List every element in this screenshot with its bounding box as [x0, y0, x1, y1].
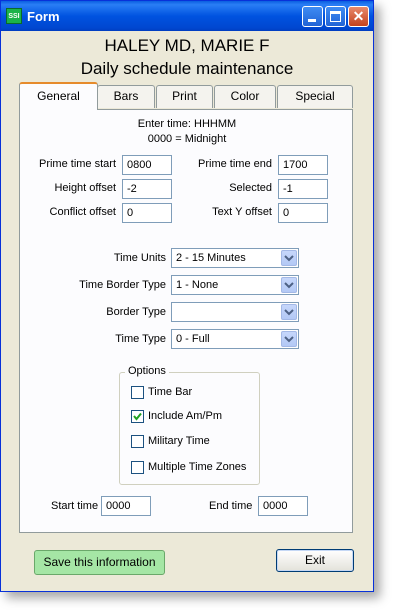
start-time-input[interactable]: 0000 — [101, 496, 151, 516]
text-y-offset-label: Text Y offset — [212, 206, 272, 218]
exit-button-label: Exit — [304, 553, 325, 567]
border-type-select[interactable] — [171, 302, 299, 322]
prime-time-start-input[interactable]: 0800 — [122, 155, 172, 175]
maximize-icon — [330, 11, 341, 22]
include-ampm-checkbox[interactable] — [131, 410, 144, 423]
time-type-select[interactable]: 0 - Full — [171, 329, 299, 349]
prime-time-end-input[interactable]: 1700 — [278, 155, 328, 175]
chevron-down-icon[interactable] — [281, 250, 297, 266]
multiple-time-zones-label[interactable]: Multiple Time Zones — [148, 461, 246, 473]
prime-time-end-label: Prime time end — [198, 158, 272, 170]
tab-print[interactable]: Print — [156, 85, 213, 108]
time-type-value: 0 - Full — [176, 333, 210, 345]
options-legend: Options — [125, 365, 169, 377]
military-time-checkbox[interactable] — [131, 435, 144, 448]
tab-special[interactable]: Special — [277, 85, 353, 108]
minimize-icon — [308, 19, 316, 22]
app-icon: SSI — [6, 8, 22, 24]
tab-bars[interactable]: Bars — [97, 85, 155, 108]
selected-label: Selected — [229, 182, 272, 194]
time-units-value: 2 - 15 Minutes — [176, 252, 246, 264]
text-y-offset-input[interactable]: 0 — [278, 203, 328, 223]
prime-time-start-label: Prime time start — [38, 158, 116, 170]
save-button-label: Save this information — [43, 555, 156, 569]
chevron-down-icon[interactable] — [281, 277, 297, 293]
include-ampm-label[interactable]: Include Am/Pm — [148, 410, 222, 422]
time-border-type-select[interactable]: 1 - None — [171, 275, 299, 295]
time-border-type-label: Time Border Type — [79, 279, 166, 291]
military-time-label[interactable]: Military Time — [148, 435, 210, 447]
end-time-input[interactable]: 0000 — [258, 496, 308, 516]
close-icon: ✕ — [352, 8, 365, 24]
tab-color[interactable]: Color — [214, 85, 276, 108]
minimize-button[interactable] — [302, 6, 323, 27]
time-units-select[interactable]: 2 - 15 Minutes — [171, 248, 299, 268]
height-offset-label: Height offset — [54, 182, 116, 194]
tab-general[interactable]: General — [19, 82, 98, 110]
form-window: SSI Form ✕ HALEY MD, MARIE F Daily sched… — [0, 0, 374, 592]
time-type-label: Time Type — [115, 333, 166, 345]
window-title: Form — [27, 9, 60, 24]
save-button[interactable]: Save this information — [34, 550, 165, 575]
time-bar-label[interactable]: Time Bar — [148, 386, 192, 398]
conflict-offset-label: Conflict offset — [49, 206, 116, 218]
time-bar-checkbox[interactable] — [131, 386, 144, 399]
maximize-button[interactable] — [325, 6, 346, 27]
checkmark-icon — [133, 412, 142, 421]
border-type-label: Border Type — [106, 306, 166, 318]
conflict-offset-input[interactable]: 0 — [122, 203, 172, 223]
chevron-down-icon[interactable] — [281, 331, 297, 347]
chevron-down-icon[interactable] — [281, 304, 297, 320]
title-bar[interactable]: SSI Form ✕ — [1, 1, 373, 31]
time-format-hint: Enter time: HHHMM — [137, 118, 237, 130]
multiple-time-zones-checkbox[interactable] — [131, 461, 144, 474]
time-border-type-value: 1 - None — [176, 279, 219, 291]
patient-name: HALEY MD, MARIE F — [104, 36, 270, 55]
selected-input[interactable]: -1 — [278, 179, 328, 199]
close-button[interactable]: ✕ — [348, 6, 369, 27]
midnight-hint: 0000 = Midnight — [147, 133, 227, 145]
end-time-label: End time — [209, 500, 253, 512]
start-time-label: Start time — [51, 500, 99, 512]
exit-button[interactable]: Exit — [276, 549, 354, 572]
time-units-label: Time Units — [113, 252, 166, 264]
height-offset-input[interactable]: -2 — [122, 179, 172, 199]
screen-title: Daily schedule maintenance — [80, 59, 294, 78]
